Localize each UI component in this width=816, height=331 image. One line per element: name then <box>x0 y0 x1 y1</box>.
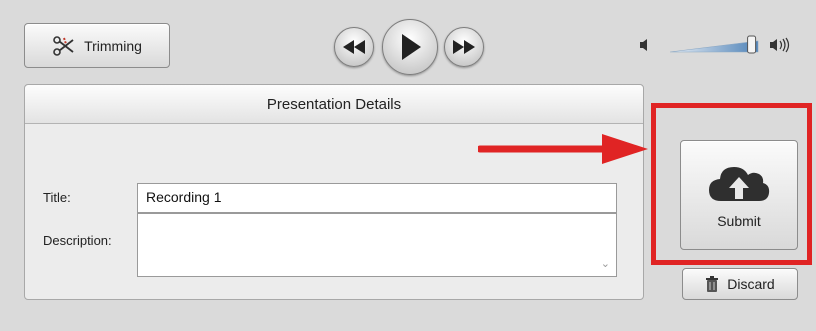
trimming-label: Trimming <box>84 37 142 54</box>
rewind-icon <box>343 40 365 54</box>
trash-icon <box>706 276 719 292</box>
chevron-down-icon[interactable]: ⌄ <box>601 257 610 270</box>
volume-track <box>669 40 759 53</box>
volume-slider[interactable] <box>638 30 798 60</box>
discard-label: Discard <box>727 276 775 292</box>
discard-button[interactable]: Discard <box>682 268 798 300</box>
description-label: Description: <box>43 233 112 248</box>
speaker-high-icon <box>770 37 790 53</box>
speaker-low-icon <box>640 39 647 51</box>
trimming-button[interactable]: Trimming <box>24 23 170 68</box>
annotation-arrow <box>478 134 648 164</box>
description-textarea[interactable]: ⌄ <box>137 213 617 277</box>
rewind-button[interactable] <box>334 27 374 67</box>
presentation-details-panel: Presentation Details Title: Recording 1 … <box>24 84 644 300</box>
fast-forward-button[interactable] <box>444 27 484 67</box>
recorder-window: Trimming Presentation Details Title: Rec… <box>0 0 816 331</box>
play-button[interactable] <box>382 19 438 75</box>
title-label: Title: <box>43 190 71 205</box>
play-icon <box>402 34 421 60</box>
title-input[interactable]: Recording 1 <box>137 183 617 213</box>
submit-label: Submit <box>717 213 761 229</box>
fast-forward-icon <box>453 40 475 54</box>
panel-title: Presentation Details <box>25 85 643 124</box>
volume-thumb[interactable] <box>747 35 757 54</box>
scissors-icon <box>53 35 74 56</box>
submit-button[interactable]: Submit <box>680 140 798 250</box>
cloud-upload-icon <box>709 167 770 201</box>
